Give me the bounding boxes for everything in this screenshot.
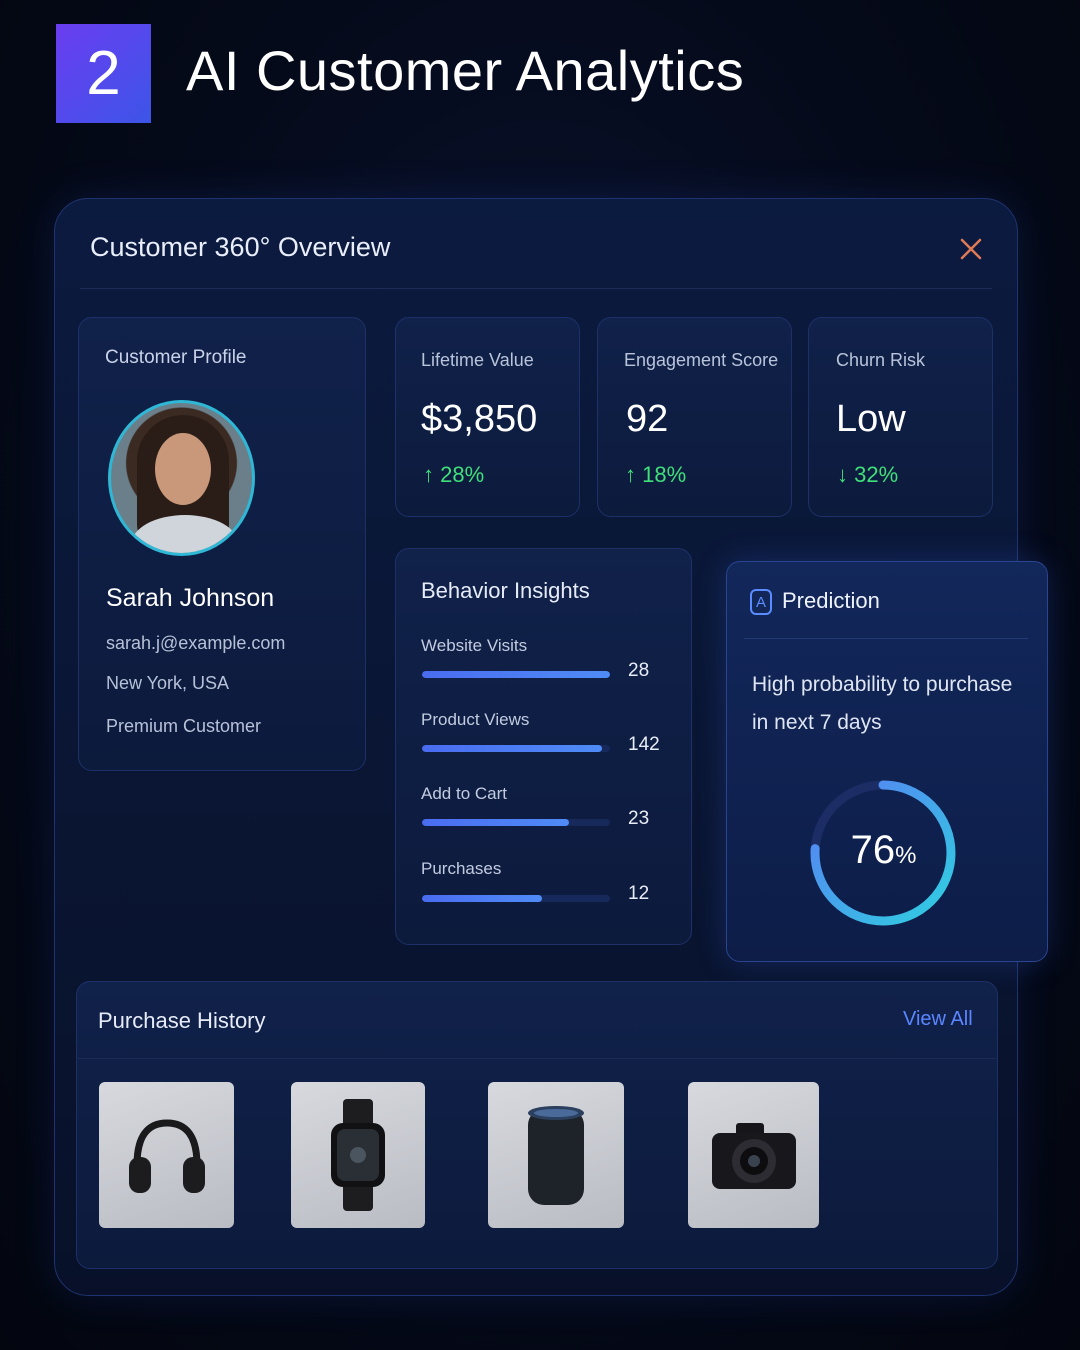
bi-value: 142 <box>628 734 660 755</box>
metric-change: ↑ 28% <box>423 462 485 487</box>
smartwatch-icon <box>331 1099 385 1211</box>
customer-location: New York, USA <box>106 673 230 693</box>
ai-icon: A <box>750 589 772 615</box>
metric-change: ↓ 32% <box>837 462 899 487</box>
window-header-divider <box>80 288 992 289</box>
customer-email[interactable]: sarah.j@example.com <box>106 633 285 654</box>
bi-bar <box>422 671 610 678</box>
camera-icon <box>711 1123 796 1189</box>
metric-change: ↑ 18% <box>625 462 687 487</box>
metric-value: Low <box>836 398 906 440</box>
product-smart-speaker[interactable] <box>488 1082 624 1228</box>
customer-name: Sarah Johnson <box>106 584 275 612</box>
bi-label: Product Views <box>421 710 530 729</box>
customer-profile-label: Customer Profile <box>105 347 247 368</box>
smart-speaker-icon <box>528 1106 584 1205</box>
behavior-insights-title: Behavior Insights <box>421 578 590 603</box>
product-camera[interactable] <box>688 1082 819 1228</box>
metric-value: $3,850 <box>421 398 538 440</box>
bi-bar <box>422 745 610 752</box>
purchase-history-title: Purchase History <box>98 1008 266 1033</box>
bi-value: 23 <box>628 808 650 829</box>
bi-bar <box>422 819 610 826</box>
headphones-icon <box>128 1119 205 1193</box>
metric-label: Churn Risk <box>836 350 926 370</box>
avatar[interactable] <box>108 400 255 556</box>
prediction-divider <box>744 638 1028 639</box>
page-title: AI Customer Analytics <box>186 39 745 102</box>
product-headphones[interactable] <box>99 1082 234 1228</box>
bi-value: 28 <box>628 660 650 681</box>
metric-label: Lifetime Value <box>421 350 534 370</box>
purchase-history-divider <box>78 1058 996 1059</box>
metric-label: Engagement Score <box>624 350 779 370</box>
bi-label: Website Visits <box>421 636 528 655</box>
window-title: Customer 360° Overview <box>90 232 391 262</box>
bi-label: Add to Cart <box>421 784 507 803</box>
bi-bar <box>422 895 610 902</box>
bi-value: 12 <box>628 883 650 904</box>
metric-value: 92 <box>626 398 669 440</box>
section-number-badge: 2 <box>56 24 151 123</box>
prediction-title: Prediction <box>782 588 880 613</box>
bi-label: Purchases <box>421 859 502 878</box>
close-icon[interactable] <box>956 234 986 264</box>
view-all-link[interactable]: View All <box>903 1008 973 1031</box>
customer-tier: Premium Customer <box>106 716 262 736</box>
prediction-text: High probability to purchase in next 7 d… <box>752 673 1013 734</box>
probability-value: 76% <box>850 828 917 872</box>
product-smartwatch[interactable] <box>291 1082 425 1228</box>
